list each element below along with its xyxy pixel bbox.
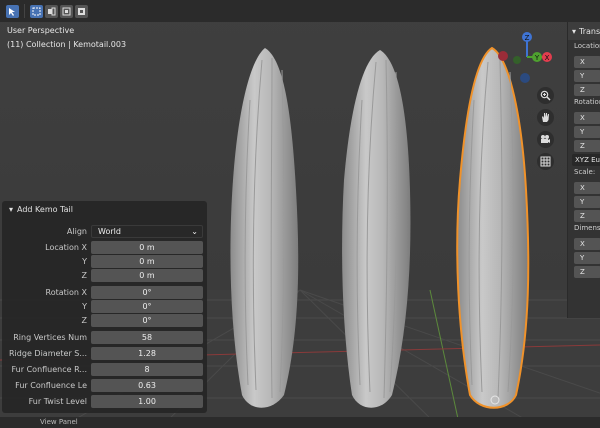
dimensions-x-field[interactable]: X [574,238,600,250]
svg-text:X: X [545,54,550,62]
rotation-x-row: Rotation X 0° [2,286,207,299]
chevron-down-icon: ⌄ [191,227,198,236]
ring-vertices-row: Ring Vertices Num 58 [2,331,207,344]
dimensions-y-field[interactable]: Y [574,252,600,264]
fur-confluence-r-label: Fur Confluence R... [11,365,87,374]
location-z-label: Z [81,271,87,280]
scale-y-field[interactable]: Y [574,196,600,208]
fur-twist-label: Fur Twist Level [28,397,87,406]
fur-confluence-le-input[interactable]: 0.63 [91,379,203,392]
viewport-collection-label: (11) Collection | Kemotail.003 [7,40,127,49]
viewport-title: User Perspective [7,26,75,35]
ridge-diameter-row: Ridge Diameter S... 1.28 [2,347,207,360]
chevron-down-icon: ▾ [9,205,14,214]
location-z-field[interactable]: Z [574,84,600,96]
ring-vertices-label: Ring Vertices Num [13,333,87,342]
status-text: View Panel [40,418,78,426]
select-invert-icon[interactable] [75,4,88,18]
location-label: Location: [574,42,600,50]
header-toolbar [0,0,600,22]
operator-panel-header[interactable]: ▾ Add Kemo Tail [2,201,207,218]
align-label: Align [66,227,87,236]
gizmo-neg-y-axis [513,56,521,64]
tail-mesh-left[interactable] [230,48,299,408]
ring-vertices-input[interactable]: 58 [91,331,203,344]
ridge-diameter-input[interactable]: 1.28 [91,347,203,360]
chevron-down-icon: ▾ [572,26,577,36]
transform-title: Transform [579,26,600,36]
ridge-diameter-label: Ridge Diameter S... [9,349,87,358]
align-value: World [98,227,121,236]
tail-mesh-middle[interactable] [342,50,411,408]
dimensions-z-field[interactable]: Z [574,266,600,278]
scale-z-field[interactable]: Z [574,210,600,222]
fur-twist-input[interactable]: 1.00 [91,395,203,408]
rotation-z-field[interactable]: Z [574,140,600,152]
align-select[interactable]: World ⌄ [91,225,203,238]
rotation-y-field[interactable]: Y [574,126,600,138]
location-y-input[interactable]: 0 m [91,255,203,268]
location-y-label: Y [82,257,87,266]
location-x-input[interactable]: 0 m [91,241,203,254]
fur-confluence-le-row: Fur Confluence Le 0.63 [2,379,207,392]
location-y-field[interactable]: Y [574,70,600,82]
operator-panel-title: Add Kemo Tail [17,205,73,214]
navigation-gizmo[interactable]: Z Y X [495,30,555,90]
select-extend-icon[interactable] [45,4,58,18]
gizmo-neg-x-axis [498,51,508,61]
rotation-z-label: Z [81,316,87,325]
camera-icon[interactable] [537,131,554,148]
rotation-mode-select[interactable]: XYZ Euler [572,154,600,166]
cursor-icon[interactable] [6,4,19,18]
location-z-row: Z 0 m [2,269,207,282]
location-y-row: Y 0 m [2,255,207,268]
location-z-input[interactable]: 0 m [91,269,203,282]
fur-twist-row: Fur Twist Level 1.00 [2,395,207,408]
toolbar-separator [24,4,25,18]
sidebar-n-panel: ▾ Transform Location: X Y Z Rotation: X … [567,22,600,318]
fur-confluence-le-label: Fur Confluence Le [15,381,87,390]
rotation-y-input[interactable]: 0° [91,300,203,313]
fur-confluence-r-row: Fur Confluence R... 8 [2,363,207,376]
rotation-label: Rotation: [574,98,600,106]
align-row: Align World ⌄ [2,225,207,238]
dimensions-label: Dimensions: [574,224,600,232]
rotation-y-row: Y 0° [2,300,207,313]
rotation-x-field[interactable]: X [574,112,600,124]
location-x-row: Location X 0 m [2,241,207,254]
gizmo-neg-z-axis [520,73,530,83]
fur-confluence-r-input[interactable]: 8 [91,363,203,376]
rotation-z-input[interactable]: 0° [91,314,203,327]
svg-text:Y: Y [534,54,540,62]
rotation-x-input[interactable]: 0° [91,286,203,299]
location-x-field[interactable]: X [574,56,600,68]
tail-mesh-selected[interactable] [456,46,530,409]
rotation-y-label: Y [82,302,87,311]
box-select-icon[interactable] [30,4,43,18]
scale-label: Scale: [574,168,596,176]
transform-panel-header[interactable]: ▾ Transform [568,22,600,40]
operator-redo-panel: ▾ Add Kemo Tail Align World ⌄ Location X… [2,201,207,413]
location-x-label: Location X [45,243,87,252]
scale-x-field[interactable]: X [574,182,600,194]
rotation-z-row: Z 0° [2,314,207,327]
status-bar: View Panel [0,417,600,428]
zoom-icon[interactable] [537,87,554,104]
svg-text:Z: Z [525,34,530,42]
grid-icon[interactable] [537,153,554,170]
select-subtract-icon[interactable] [60,4,73,18]
hand-pan-icon[interactable] [537,109,554,126]
rotation-x-label: Rotation X [45,288,87,297]
